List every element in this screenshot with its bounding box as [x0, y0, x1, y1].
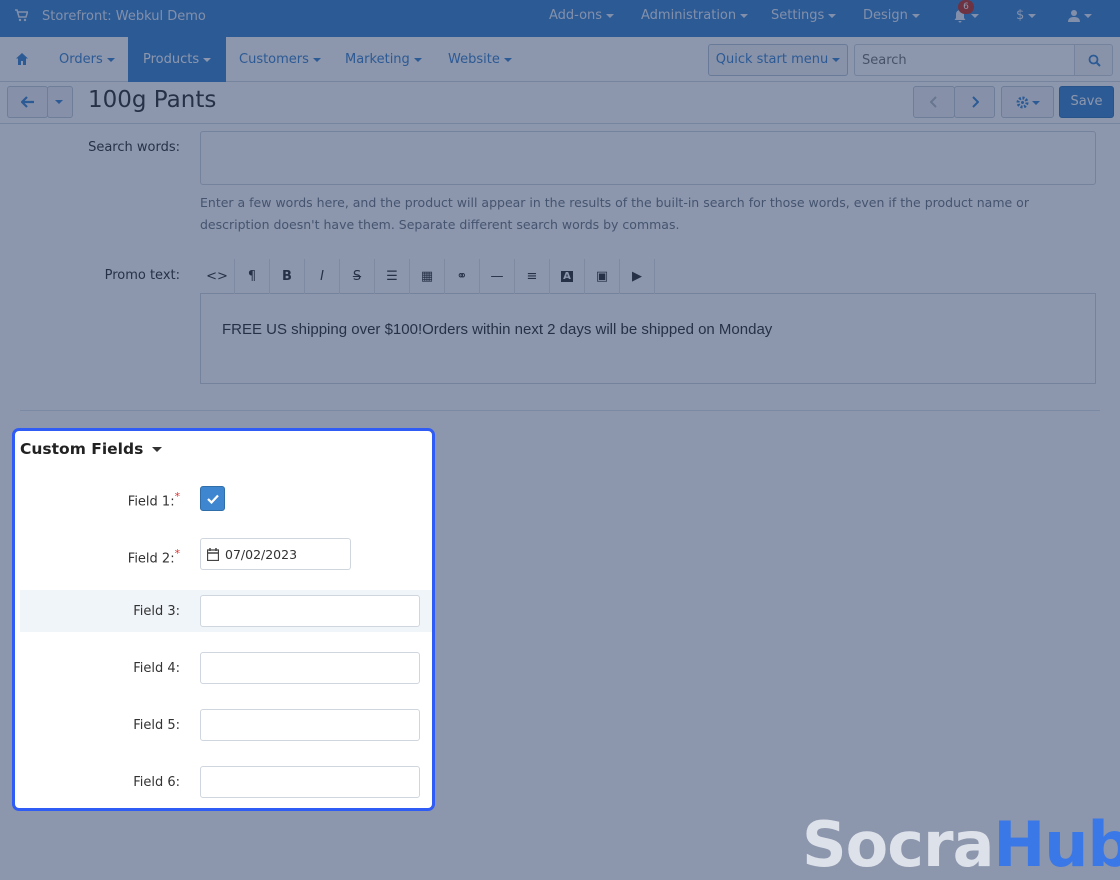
chevron-down-icon — [55, 100, 63, 104]
settings-dropdown-button[interactable] — [1001, 86, 1054, 118]
field-6-label: Field 6: — [133, 775, 180, 790]
search-words-help: Enter a few words here, and the product … — [200, 195, 1029, 232]
search-icon — [1088, 54, 1101, 67]
align-icon[interactable]: ≡ — [515, 259, 550, 294]
arrow-left-icon — [21, 96, 34, 108]
video-icon[interactable]: ▶ — [620, 259, 655, 294]
field-1-checkbox[interactable] — [200, 486, 225, 511]
paragraph-icon[interactable]: ¶ — [235, 259, 270, 294]
list-icon[interactable]: ☰ — [375, 259, 410, 294]
search-input[interactable] — [854, 44, 1075, 76]
custom-fields-panel: Custom Fields Field 1:* Field 2:* 07/02/… — [12, 428, 435, 811]
calendar-icon — [207, 548, 219, 561]
nav-marketing[interactable]: Marketing — [330, 37, 437, 82]
image-icon[interactable]: ▣ — [585, 259, 620, 294]
back-dropdown-button[interactable] — [47, 86, 73, 118]
addons-menu[interactable]: Add-ons — [549, 8, 615, 23]
bold-icon[interactable]: B — [270, 259, 305, 294]
field-5-input[interactable] — [200, 709, 420, 741]
next-button[interactable] — [954, 86, 995, 118]
socrahub-watermark: SocraHub — [802, 808, 1120, 880]
field-2-date-input[interactable]: 07/02/2023 — [200, 538, 351, 570]
custom-fields-header[interactable]: Custom Fields — [20, 440, 163, 458]
quick-start-menu-button[interactable]: Quick start menu — [708, 44, 848, 76]
chevron-left-icon — [930, 96, 937, 108]
promo-text-label: Promo text: — [104, 268, 180, 283]
field-2-date-value: 07/02/2023 — [225, 547, 298, 562]
top-bar: Storefront: Webkul Demo Add-ons Administ… — [0, 0, 1120, 37]
nav-customers[interactable]: Customers — [224, 37, 336, 82]
promo-text-content: FREE US shipping over $100!Orders within… — [222, 321, 773, 338]
field-3-label: Field 3: — [133, 604, 180, 619]
horizontal-rule-icon[interactable]: — — [480, 259, 515, 294]
save-button[interactable]: Save — [1059, 86, 1114, 118]
home-icon[interactable] — [15, 52, 29, 66]
cart-icon[interactable] — [14, 8, 28, 22]
italic-icon[interactable]: I — [305, 259, 340, 294]
chevron-down-icon — [1032, 101, 1040, 105]
field-6-input[interactable] — [200, 766, 420, 798]
promo-text-editor[interactable]: FREE US shipping over $100!Orders within… — [200, 294, 1096, 384]
nav-website[interactable]: Website — [433, 37, 527, 82]
gear-icon — [1016, 96, 1029, 109]
search-words-label: Search words: — [88, 140, 180, 155]
strikethrough-icon[interactable]: S — [340, 259, 375, 294]
code-view-icon[interactable]: <> — [200, 259, 235, 294]
design-menu[interactable]: Design — [863, 8, 920, 23]
field-5-label: Field 5: — [133, 718, 180, 733]
section-divider — [20, 410, 1100, 411]
back-button[interactable] — [7, 86, 48, 118]
chevron-right-icon — [972, 96, 979, 108]
page-title: 100g Pants — [88, 87, 217, 113]
user-icon — [1068, 10, 1080, 22]
prev-button[interactable] — [913, 86, 955, 118]
nav-orders[interactable]: Orders — [44, 37, 130, 82]
field-4-input[interactable] — [200, 652, 420, 684]
currency-menu[interactable]: $ — [1016, 8, 1037, 23]
nav-products[interactable]: Products — [128, 37, 227, 82]
user-menu[interactable] — [1068, 8, 1092, 23]
field-2-label: Field 2:* — [127, 547, 180, 567]
table-icon[interactable]: ▦ — [410, 259, 445, 294]
field-1-label: Field 1:* — [127, 490, 180, 510]
search-words-textarea[interactable] — [200, 131, 1096, 185]
field-4-label: Field 4: — [133, 661, 180, 676]
link-icon[interactable]: ⚭ — [445, 259, 480, 294]
storefront-link[interactable]: Storefront: Webkul Demo — [42, 9, 206, 24]
field-3-input[interactable] — [200, 595, 420, 627]
editor-toolbar: <> ¶ B I S ☰ ▦ ⚭ — ≡ A ▣ ▶ — [200, 259, 1096, 294]
notification-badge: 6 — [958, 0, 974, 14]
check-icon — [207, 494, 219, 504]
font-color-icon[interactable]: A — [550, 259, 585, 294]
administration-menu[interactable]: Administration — [641, 8, 749, 23]
settings-menu[interactable]: Settings — [771, 8, 837, 23]
search-button[interactable] — [1074, 44, 1113, 76]
chevron-down-icon — [152, 447, 163, 452]
